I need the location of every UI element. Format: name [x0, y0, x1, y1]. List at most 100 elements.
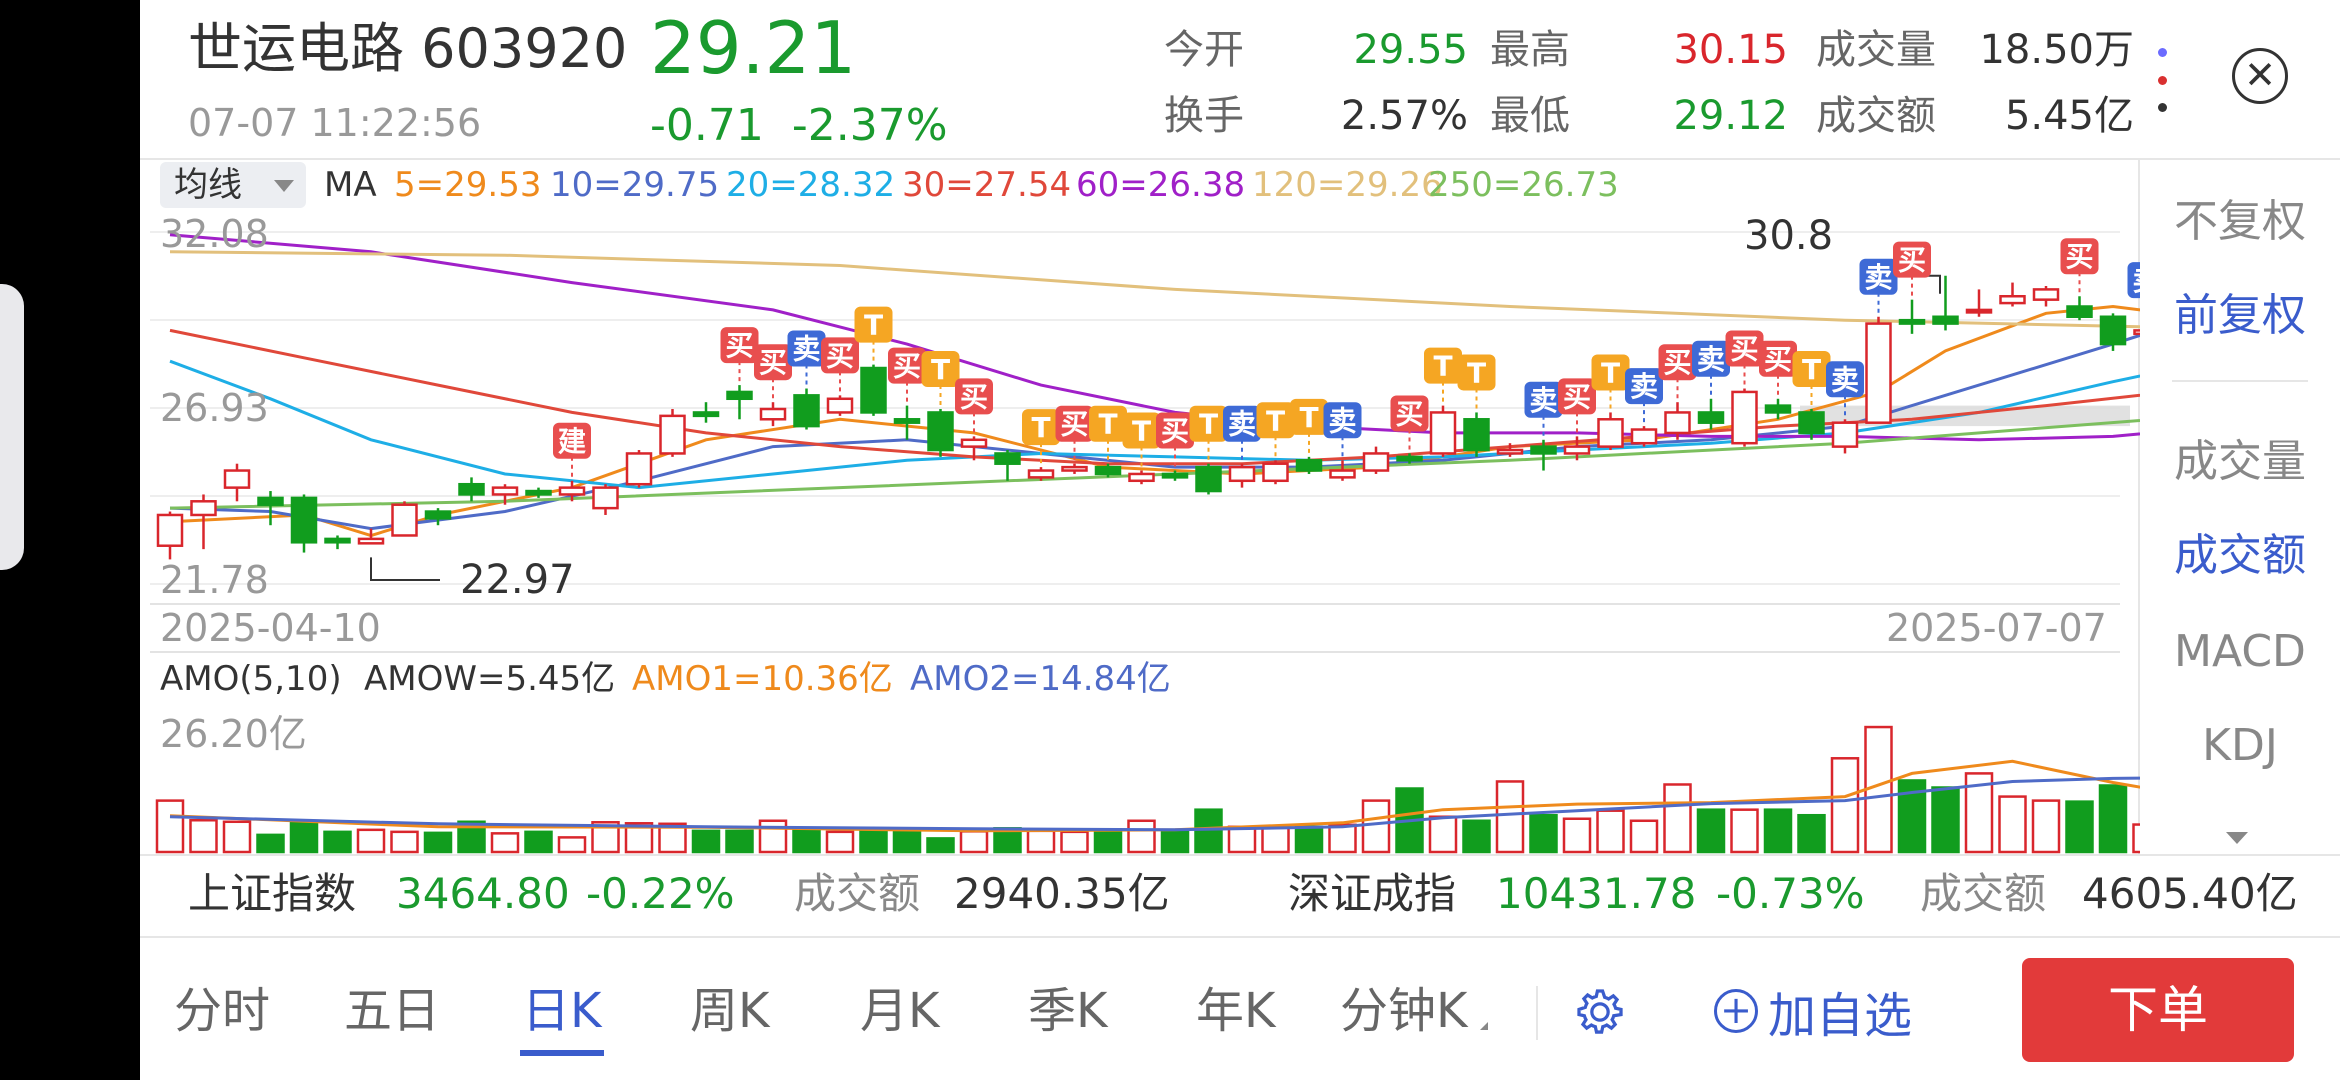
amo-bar [1261, 826, 1290, 854]
candle-body [793, 394, 820, 428]
candle-body [1362, 452, 1390, 472]
tab-minute-k[interactable]: 分钟K [1340, 976, 1467, 1046]
amo-bar [557, 836, 587, 854]
tab-monthly-k[interactable]: 月K [860, 976, 939, 1046]
menu-more-icon[interactable] [2226, 832, 2248, 844]
amo-bar [2098, 784, 2128, 854]
date-start-label: 2025-04-10 [160, 606, 381, 650]
place-order-button[interactable]: 下单 [2022, 958, 2294, 1062]
marker-label: 卖 [1831, 363, 1859, 396]
marker-label: 买 [1663, 346, 1691, 379]
amo1-label: AMO1=10.36亿 [632, 659, 893, 699]
menu-no-adjust[interactable]: 不复权 [2140, 192, 2340, 252]
amo-bar [1160, 830, 1190, 854]
amo-bar [390, 830, 419, 854]
close-icon[interactable]: ✕ [2232, 48, 2288, 104]
tab-yearly-k[interactable]: 年K [1196, 976, 1275, 1046]
amo-bar [356, 828, 386, 854]
tab-intraday[interactable]: 分时 [174, 976, 270, 1046]
candle-body [1798, 411, 1825, 435]
more-menu-icon[interactable] [2154, 48, 2170, 112]
candle-body [1965, 308, 1993, 314]
amo-bar [1663, 783, 1692, 854]
candle-body [1731, 390, 1758, 445]
menu-forward-adjust[interactable]: 前复权 [2140, 286, 2340, 346]
amo-bar [490, 832, 520, 854]
candle-body [1597, 418, 1624, 448]
plus-icon: + [1714, 989, 1758, 1033]
marker-label: 买 [826, 339, 854, 372]
candle-body [726, 390, 753, 401]
tab-weekly-k[interactable]: 周K [690, 976, 769, 1046]
marker-label: 卖 [1328, 404, 1356, 437]
tab-five-day[interactable]: 五日 [344, 976, 440, 1046]
candle-body [257, 496, 284, 506]
amo-bar [222, 820, 252, 854]
candle-body [893, 418, 921, 424]
price-mid-label: 26.93 [160, 386, 269, 430]
amo-bar [792, 828, 821, 854]
kline-chart[interactable]: 建买买卖买T买T买T买TT买T卖TT卖买TT卖买T卖买卖买买T卖卖买买卖 [140, 0, 2140, 856]
tab-quarterly-k[interactable]: 季K [1028, 976, 1107, 1046]
price-high-label: 32.08 [160, 212, 269, 256]
marker-label: 买 [2065, 240, 2093, 273]
amo-bar [892, 829, 922, 854]
tab-divider [1536, 986, 1538, 1040]
candle-body [324, 537, 351, 544]
candle-body [1429, 411, 1457, 455]
sh-index-pct: -0.22% [586, 869, 735, 918]
candle-body [2066, 305, 2093, 319]
amo-bar [155, 799, 185, 854]
sh-index-name: 上证指数 [188, 869, 357, 918]
amo-bar [1294, 825, 1324, 854]
sz-amount-value: 4605.40亿 [2082, 869, 2298, 918]
amo-bar [1629, 819, 1659, 854]
marker-label: 建 [558, 425, 586, 458]
marker-label: T [1433, 350, 1452, 383]
amo-bar [1931, 786, 1960, 854]
marker-label: T [1132, 415, 1151, 448]
add-watchlist-button[interactable]: + 加自选 [1714, 976, 1912, 1046]
marker-label: T [1802, 353, 1821, 386]
marker-label: 卖 [1529, 384, 1557, 417]
marker-label: T [1467, 356, 1486, 389]
candle-body [223, 469, 251, 489]
candle-body [927, 411, 954, 452]
menu-amount[interactable]: 成交额 [2140, 526, 2340, 586]
amo-bar [323, 830, 352, 854]
amo-bar [189, 819, 218, 854]
amo-title: AMO(5,10) [160, 659, 342, 699]
settings-gear-icon[interactable] [1572, 984, 1628, 1040]
sz-index-value: 10431.78 [1496, 869, 1697, 918]
marker-label: T [1098, 408, 1117, 441]
amo-bar [423, 831, 453, 854]
ma-line-ma120 [169, 250, 2140, 329]
amo-bar [1830, 757, 1860, 854]
candle-body [994, 452, 1021, 465]
candle-body [1664, 411, 1691, 435]
marker-label: 卖 [1630, 370, 1658, 403]
menu-macd[interactable]: MACD [2140, 622, 2340, 682]
menu-kdj[interactable]: KDJ [2140, 716, 2340, 776]
edge-handle[interactable] [0, 284, 24, 570]
amo-bar [1730, 808, 1759, 854]
menu-volume[interactable]: 成交量 [2140, 432, 2340, 492]
menu-separator [2172, 380, 2308, 382]
candle-body [1697, 411, 1725, 424]
candle-body [190, 500, 217, 517]
marker-label: T [864, 309, 883, 342]
marker-label: 买 [1563, 380, 1591, 413]
amo-bar [1763, 808, 1793, 854]
candle-body [1630, 428, 1658, 445]
sh-amount-label: 成交额 [794, 869, 921, 918]
marker-label: 买 [1161, 415, 1189, 448]
amo-bar [256, 833, 285, 854]
marker-label: T [1601, 356, 1620, 389]
amo-bar [1093, 830, 1123, 854]
marker-label: T [1299, 401, 1318, 434]
tab-daily-k[interactable]: 日K [522, 976, 601, 1046]
chart-option-menu: 不复权 前复权 成交量 成交额 MACD KDJ [2140, 160, 2340, 854]
candle-body [391, 503, 418, 537]
candle-body [1128, 472, 1155, 483]
marker-label: 买 [1898, 244, 1926, 277]
